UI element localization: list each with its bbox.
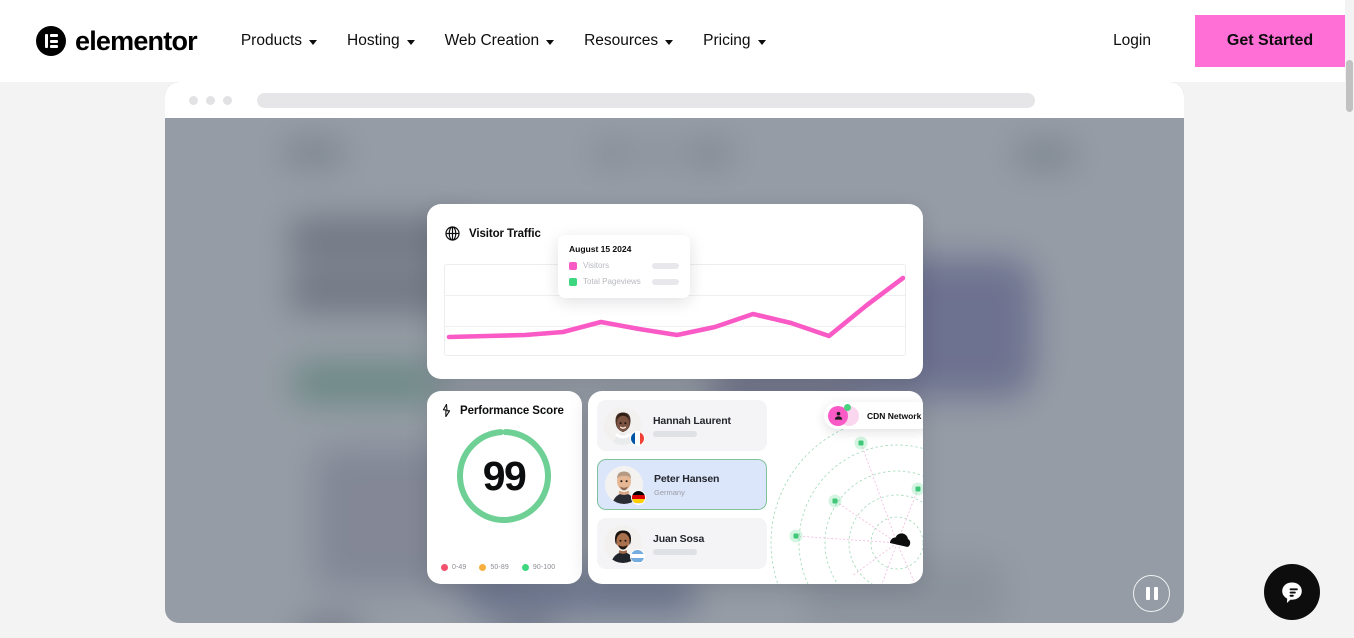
url-bar[interactable] bbox=[257, 92, 1035, 108]
main-navigation: Products Hosting Web Creation Resources … bbox=[241, 32, 766, 50]
avatar bbox=[604, 406, 645, 446]
nav-label: Web Creation bbox=[444, 32, 540, 49]
legend-dot-mid bbox=[479, 564, 487, 571]
header-actions: Login Get Started bbox=[1113, 0, 1345, 82]
nav-item-web-creation[interactable]: Web Creation bbox=[444, 32, 555, 50]
window-control-dots bbox=[189, 95, 232, 105]
get-started-button[interactable]: Get Started bbox=[1195, 15, 1345, 67]
nav-label: Resources bbox=[584, 32, 659, 49]
bolt-icon bbox=[442, 404, 451, 417]
visitors-swatch bbox=[569, 261, 577, 270]
list-item-juan-sosa[interactable]: Juan Sosa bbox=[597, 518, 767, 569]
list-item-hannah-laurent[interactable]: Hannah Laurent bbox=[597, 400, 767, 451]
legend-item-low: 0-49 bbox=[441, 564, 466, 571]
person-name: Juan Sosa bbox=[653, 532, 705, 545]
chat-widget-button[interactable] bbox=[1264, 564, 1320, 620]
cloud-icon bbox=[890, 533, 911, 547]
person-detail-placeholder bbox=[653, 548, 697, 555]
nav-item-pricing[interactable]: Pricing bbox=[703, 32, 766, 50]
tooltip-date: August 15 2024 bbox=[569, 244, 632, 254]
pause-icon bbox=[1145, 587, 1150, 600]
person-info: Peter Hansen Germany bbox=[654, 473, 719, 497]
pageviews-swatch bbox=[569, 277, 577, 286]
avatar bbox=[605, 465, 646, 505]
performance-legend: 0-49 50-89 90-100 bbox=[441, 564, 555, 571]
nav-label: Products bbox=[240, 32, 303, 49]
legend-dot-high bbox=[521, 564, 529, 571]
person-info: Hannah Laurent bbox=[653, 415, 731, 437]
tooltip-row-visitors: Visitors bbox=[569, 261, 679, 270]
browser-chrome-bar bbox=[165, 82, 1184, 118]
performance-score-title: Performance Score bbox=[441, 404, 564, 417]
brand-logo[interactable]: elementor bbox=[36, 25, 198, 56]
login-link[interactable]: Login bbox=[1113, 32, 1151, 50]
performance-gauge: 99 bbox=[454, 426, 554, 526]
nav-label: Hosting bbox=[347, 32, 400, 49]
cdn-avatar-group bbox=[827, 403, 861, 427]
visitor-people-list: Hannah Laurent Peter Hansen Germany Juan… bbox=[597, 400, 767, 577]
nav-item-products[interactable]: Products bbox=[240, 32, 318, 50]
person-name: Hannah Laurent bbox=[653, 414, 731, 427]
legend-dot-low bbox=[441, 564, 448, 571]
performance-score-value: 99 bbox=[482, 452, 527, 499]
visitor-traffic-label: Visitor Traffic bbox=[469, 227, 541, 240]
window-dot-close bbox=[189, 95, 198, 105]
person-info: Juan Sosa bbox=[653, 533, 704, 555]
legend-item-high: 90-100 bbox=[521, 564, 556, 571]
visitors-cdn-card: CDN Network Hannah Laurent Peter Hansen … bbox=[588, 391, 923, 584]
legend-label-low: 0-49 bbox=[452, 564, 467, 571]
germany-flag-icon bbox=[631, 489, 646, 505]
nav-item-hosting[interactable]: Hosting bbox=[347, 32, 415, 50]
tooltip-value-placeholder bbox=[652, 278, 679, 285]
blurred-page-background: Visitor Traffic August 15 2024 Visitors bbox=[165, 118, 1184, 623]
visitor-traffic-title: Visitor Traffic bbox=[444, 225, 541, 242]
argentina-flag-icon bbox=[630, 548, 645, 564]
window-dot-maximize bbox=[223, 95, 232, 105]
chart-tooltip: August 15 2024 Visitors Total Pageviews bbox=[558, 235, 690, 298]
list-item-peter-hansen[interactable]: Peter Hansen Germany bbox=[597, 459, 767, 510]
person-country: Germany bbox=[654, 487, 685, 497]
tooltip-label-pageviews: Total Pageviews bbox=[583, 277, 641, 286]
performance-score-card: Performance Score 99 0-49 50-89 90-100 bbox=[427, 391, 582, 584]
person-name: Peter Hansen bbox=[654, 472, 720, 485]
cdn-network-label: CDN Network bbox=[867, 410, 922, 421]
tooltip-value-placeholder bbox=[652, 262, 679, 269]
cdn-status-dot bbox=[844, 403, 851, 411]
brand-wordmark: elementor bbox=[75, 25, 198, 56]
pause-icon bbox=[1153, 587, 1158, 600]
performance-score-label: Performance Score bbox=[460, 404, 564, 417]
legend-item-mid: 50-89 bbox=[479, 564, 509, 571]
chat-bubble-icon bbox=[1282, 582, 1302, 603]
visitor-traffic-card: Visitor Traffic August 15 2024 Visitors bbox=[427, 204, 923, 379]
cdn-network-badge: CDN Network bbox=[824, 402, 923, 429]
chevron-down-icon bbox=[406, 39, 415, 45]
tooltip-label-visitors: Visitors bbox=[583, 261, 610, 270]
page-scrollbar[interactable] bbox=[1345, 0, 1354, 638]
window-dot-minimize bbox=[206, 95, 215, 105]
nav-label: Pricing bbox=[703, 32, 751, 49]
legend-label-high: 90-100 bbox=[532, 564, 556, 571]
chevron-down-icon bbox=[546, 39, 555, 45]
browser-mockup: Visitor Traffic August 15 2024 Visitors bbox=[165, 82, 1184, 623]
scrollbar-thumb[interactable] bbox=[1346, 60, 1353, 112]
tooltip-row-pageviews: Total Pageviews bbox=[569, 277, 679, 286]
site-header: elementor Products Hosting Web Creation … bbox=[0, 0, 1345, 82]
person-detail-placeholder bbox=[653, 430, 697, 437]
chevron-down-icon bbox=[757, 39, 766, 45]
globe-icon bbox=[445, 226, 460, 241]
elementor-logo-icon bbox=[36, 26, 66, 56]
pause-animation-button[interactable] bbox=[1133, 575, 1170, 612]
france-flag-icon bbox=[630, 430, 645, 446]
avatar bbox=[604, 524, 645, 564]
chevron-down-icon bbox=[309, 39, 318, 45]
legend-label-mid: 50-89 bbox=[490, 564, 509, 571]
chevron-down-icon bbox=[665, 39, 674, 45]
nav-item-resources[interactable]: Resources bbox=[584, 32, 674, 50]
